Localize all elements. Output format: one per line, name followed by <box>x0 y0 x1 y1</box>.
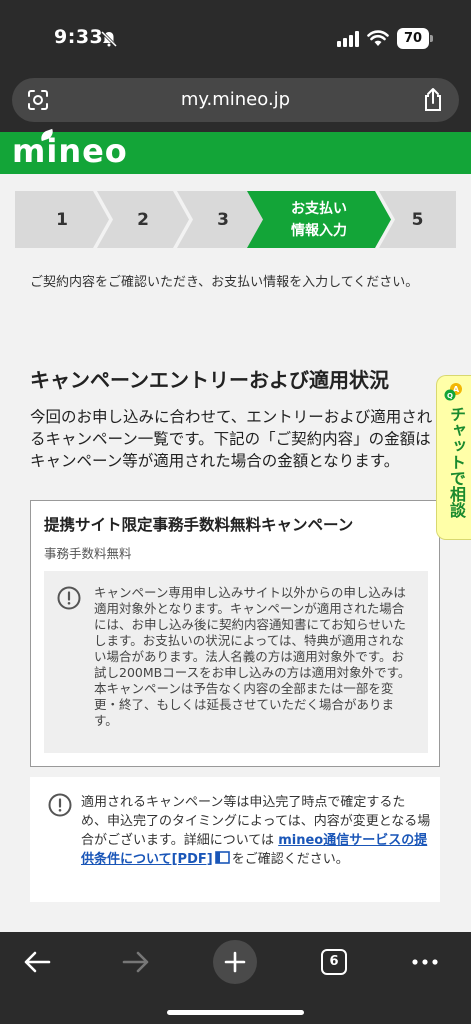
svg-text:Q: Q <box>447 392 453 400</box>
campaign-title: 提携サイト限定事務手数料無料キャンペーン <box>44 516 354 534</box>
cellular-signal-icon <box>337 31 359 47</box>
tab-count: 6 <box>321 949 347 975</box>
step-label-line2: 情報入力 <box>291 222 347 239</box>
home-indicator <box>167 1010 304 1015</box>
step-label: 1 <box>56 209 68 230</box>
section-title: キャンペーンエントリーおよび適用状況 <box>30 368 389 392</box>
tab-switcher-button[interactable]: 6 <box>312 940 356 984</box>
plus-icon <box>224 951 246 973</box>
share-icon[interactable] <box>421 87 445 113</box>
qa-badge-icon: A Q <box>444 383 462 401</box>
campaign-card: 提携サイト限定事務手数料無料キャンペーン 事務手数料無料 キャンペーン専用申し込… <box>30 500 440 767</box>
arrow-right-icon <box>122 951 149 973</box>
more-dots-icon <box>412 959 438 965</box>
section-description: 今回のお申し込みに合わせて、エントリーおよび適用されるキャンペーン一覧です。下記… <box>30 408 433 470</box>
notice-card: 適用されるキャンペーン等は申込完了時点で確定するため、申込完了のタイミングによっ… <box>30 777 440 902</box>
step-label: 2 <box>137 209 149 230</box>
progress-steps: 1 2 3 お支払い情報入力 5 <box>15 191 456 248</box>
forward-button[interactable] <box>114 940 158 984</box>
alert-circle-icon <box>48 793 72 817</box>
campaign-note-text: キャンペーン専用申し込みサイト以外からの申し込みは適用対象外となります。キャンペ… <box>94 585 411 728</box>
address-bar[interactable]: my.mineo.jp <box>12 78 459 122</box>
new-tab-button[interactable] <box>213 940 257 984</box>
alert-circle-icon <box>57 586 81 610</box>
step-label-line1: お支払い <box>291 200 347 217</box>
step-label: 5 <box>411 209 424 230</box>
step-4-current: お支払い 情報入力 <box>247 191 391 248</box>
step-5: 5 <box>379 191 456 248</box>
step-1: 1 <box>15 191 109 248</box>
campaign-note-box: キャンペーン専用申し込みサイト以外からの申し込みは適用対象外となります。キャンペ… <box>44 571 428 753</box>
back-button[interactable] <box>15 940 59 984</box>
intro-text: ご契約内容をご確認いただき、お支払い情報を入力してください。 <box>30 275 419 290</box>
external-window-icon[interactable] <box>214 851 230 864</box>
campaign-subtitle: 事務手数料無料 <box>44 546 132 561</box>
more-menu-button[interactable] <box>403 940 447 984</box>
wifi-icon <box>367 30 389 46</box>
chat-consultation-tab[interactable]: A Q チャットで相談 <box>436 375 471 540</box>
step-2: 2 <box>97 191 189 248</box>
mineo-logo[interactable]: mineo <box>12 132 128 170</box>
site-header: mineo <box>0 128 471 174</box>
notice-text: 適用されるキャンペーン等は申込完了時点で確定するため、申込完了のタイミングによっ… <box>81 793 431 869</box>
status-bar: 9:33 70 <box>0 24 471 54</box>
silent-bell-icon <box>100 30 118 48</box>
url-text[interactable]: my.mineo.jp <box>12 89 459 110</box>
status-time: 9:33 <box>54 26 104 48</box>
battery-indicator: 70 <box>397 28 433 49</box>
browser-chrome: 9:33 70 my.mineo.jp <box>0 0 471 132</box>
notice-text-after: をご確認ください。 <box>231 852 349 867</box>
arrow-left-icon <box>24 951 51 973</box>
chat-label[interactable]: チャットで相談 <box>444 406 466 518</box>
step-label: 3 <box>217 209 229 230</box>
